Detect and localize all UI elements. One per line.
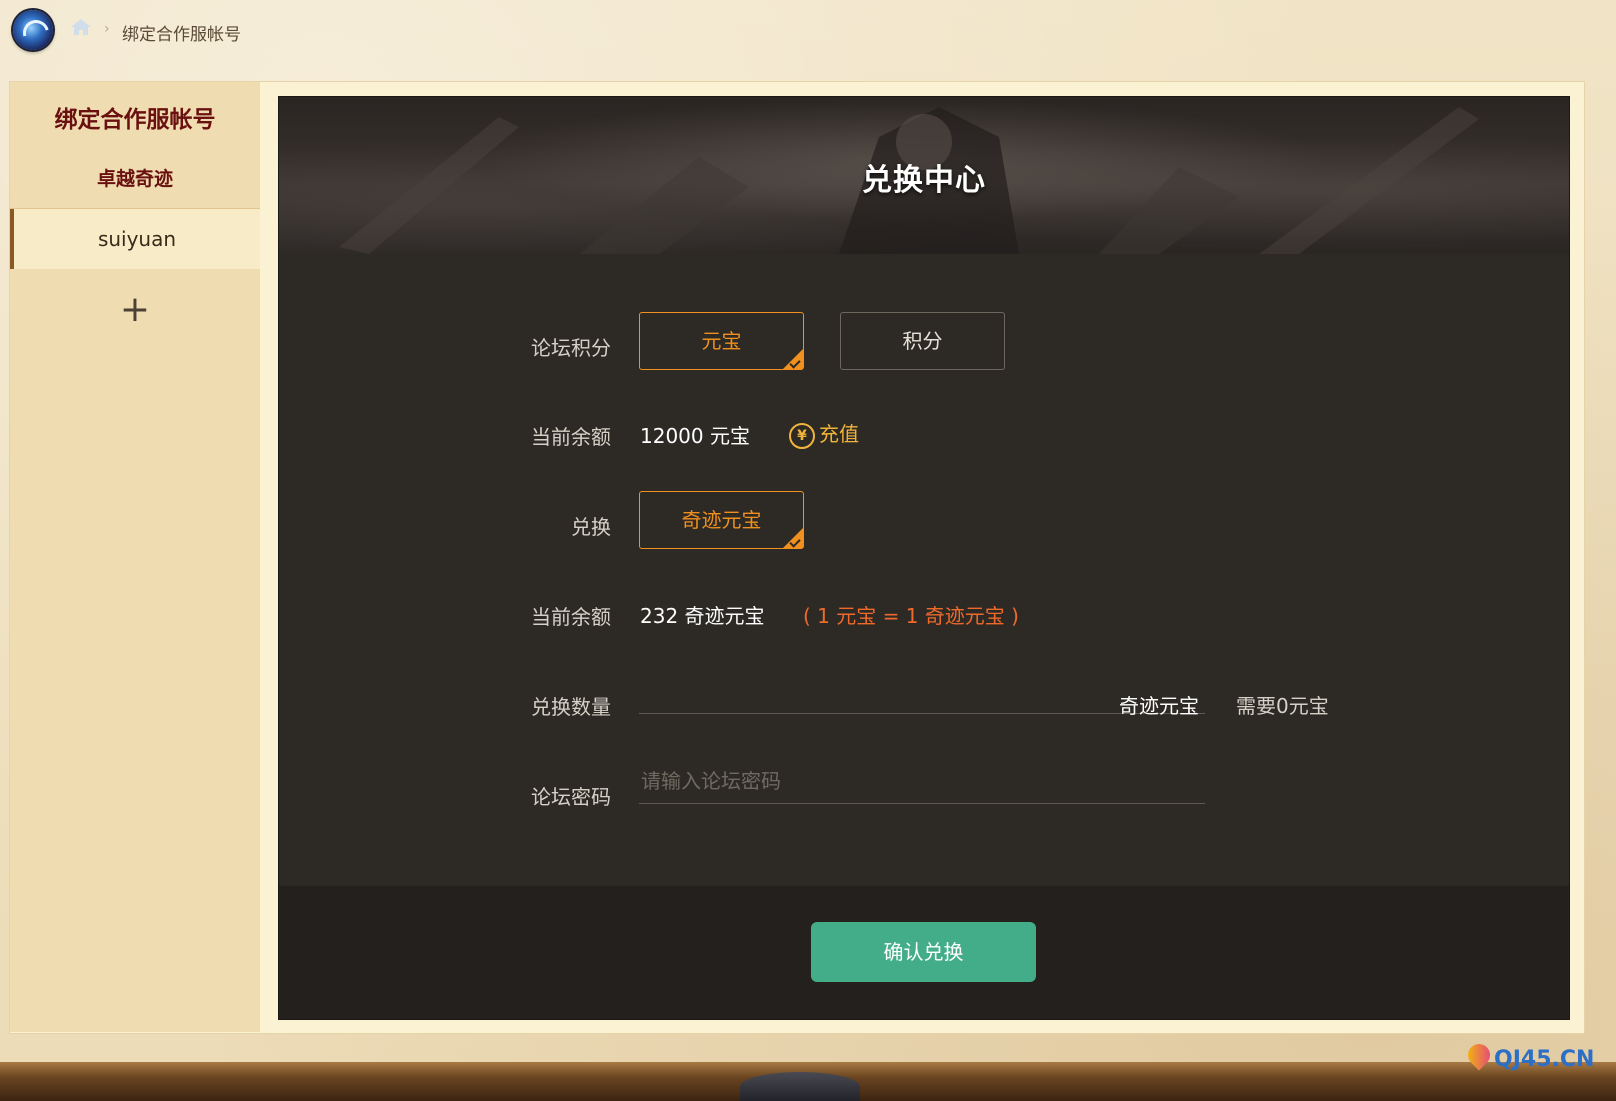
- sidebar-game-name: 卓越奇迹: [96, 168, 173, 190]
- sidebar-title: 绑定合作服帐号: [54, 107, 216, 133]
- exchange-panel: 兑换中心 论坛积分 元宝 积分 当前余额 12000 元宝 ¥ 充值 兑换 奇迹元…: [278, 96, 1570, 1020]
- banner: 兑换中心: [279, 97, 1569, 254]
- confirm-exchange-button[interactable]: 确认兑换: [811, 922, 1036, 982]
- quantity-label: 兑换数量: [531, 695, 611, 719]
- breadcrumb-separator: ›: [104, 21, 110, 37]
- balance-label: 当前余额: [531, 425, 611, 449]
- recharge-label: 充值: [819, 422, 859, 446]
- bottom-ornament: [740, 1072, 860, 1101]
- breadcrumb-current: 绑定合作服帐号: [122, 25, 241, 45]
- option-yuanbao-label: 元宝: [701, 329, 742, 353]
- exchange-label: 兑换: [571, 515, 611, 539]
- exchange-rate: ( 1 元宝 = 1 奇迹元宝 ): [803, 604, 1019, 628]
- yen-coin-icon: ¥: [789, 422, 815, 449]
- watermark: QJ45.CN: [1494, 1047, 1595, 1072]
- password-label: 论坛密码: [531, 785, 611, 809]
- app-logo-icon[interactable]: [13, 10, 54, 51]
- password-input[interactable]: [639, 758, 1205, 804]
- sidebar-item-account[interactable]: suiyuan: [10, 209, 260, 269]
- option-yuanbao[interactable]: 元宝: [639, 312, 804, 370]
- add-account-button[interactable]: +: [117, 292, 153, 328]
- home-icon[interactable]: [70, 18, 92, 36]
- banner-title: 兑换中心: [862, 163, 986, 198]
- exchange-form: 论坛积分 元宝 积分 当前余额 12000 元宝 ¥ 充值 兑换 奇迹元宝 当前余…: [279, 254, 1569, 984]
- quantity-unit: 奇迹元宝: [1119, 694, 1199, 718]
- recharge-link[interactable]: ¥ 充值: [789, 418, 859, 449]
- required-amount: 需要0元宝: [1236, 694, 1329, 718]
- sidebar: 绑定合作服帐号 卓越奇迹 suiyuan +: [10, 82, 260, 1032]
- panel-footer: 确认兑换: [279, 886, 1569, 1019]
- forum-points-label: 论坛积分: [531, 336, 611, 360]
- option-miracle-yuanbao[interactable]: 奇迹元宝: [639, 491, 804, 549]
- option-points-label: 积分: [902, 329, 943, 353]
- balance-value: 12000 元宝: [640, 424, 750, 448]
- option-miracle-yuanbao-label: 奇迹元宝: [681, 508, 762, 532]
- option-points[interactable]: 积分: [840, 312, 1005, 370]
- top-bar: › 绑定合作服帐号: [0, 0, 1616, 62]
- target-balance-value: 232 奇迹元宝: [640, 604, 765, 628]
- target-balance-label: 当前余额: [531, 605, 611, 629]
